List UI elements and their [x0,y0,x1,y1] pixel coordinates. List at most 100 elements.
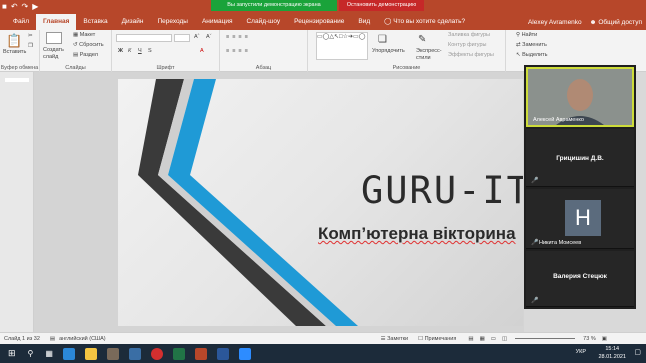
copy-icon[interactable]: ❐ [28,43,33,49]
comments-button[interactable]: ☐ Примечания [418,336,456,342]
tab-animation[interactable]: Анимация [195,14,240,30]
paste-button[interactable]: Вставить [3,49,26,55]
participant-name: Валерия Стецюк [553,273,607,280]
participant-tile[interactable]: Грицишин Д.В. 🎤 [526,129,634,187]
excel-icon[interactable] [172,347,185,360]
cut-icon[interactable]: ✂ [28,33,33,39]
paragraph-group: ≡≡≡≡ ≡≡≡≡ Абзац [220,30,308,72]
paste-icon[interactable]: 📋 [6,33,22,49]
quick-styles-button[interactable]: Экспресс-стили [416,48,446,62]
section-button[interactable]: ▤ Раздел [73,52,98,58]
mail-icon[interactable] [128,347,141,360]
stop-share-button[interactable]: Остановить демонстрацию [339,0,424,11]
tab-review[interactable]: Рецензирование [287,14,351,30]
redo-icon[interactable]: ↷ [22,2,29,13]
drawing-group: ▭◯△↖□☆➔▭◯ ❏ Упорядочить ✎ Экспресс-стили… [308,30,506,72]
slide-title[interactable]: GURU-IT [361,169,523,212]
tab-view[interactable]: Вид [351,14,377,30]
align-icon[interactable]: ≡≡≡≡ [226,48,251,54]
user-area: Alexey Avramenko ☻ Общий доступ [528,14,642,30]
muted-mic-icon: 🎤 [531,298,539,304]
shape-fill-button[interactable]: Заливка фигуры [448,32,490,38]
find-label: Найти [521,32,538,38]
sorter-view-icon[interactable]: ▦ [480,336,485,342]
font-size-box[interactable] [174,34,190,42]
muted-mic-icon: 🎤 [531,240,539,246]
tab-insert[interactable]: Вставка [76,14,114,30]
find-button[interactable]: ⚲ Найти [516,32,537,38]
share-button[interactable]: ☻ Общий доступ [590,19,642,26]
drawing-group-label: Рисование [392,65,421,71]
select-button[interactable]: ↖ Выделить [516,52,548,58]
powerpoint-icon[interactable] [194,347,207,360]
bullets-icon[interactable]: ≡≡≡≡ [226,34,251,40]
tab-slideshow[interactable]: Слайд-шоу [239,14,287,30]
tab-transitions[interactable]: Переходы [150,14,195,30]
slide-subtitle[interactable]: Комп’ютерна вікторина [318,224,516,244]
task-view-icon[interactable]: ▦ [45,349,53,358]
select-label: Выделить [522,52,548,58]
participant-tile[interactable]: Н Никита Моисеев 🎤 [526,189,634,249]
notifications-icon[interactable]: ▢ [634,348,641,356]
underline-button[interactable]: Ч [138,48,142,54]
save-icon[interactable]: ■ [2,2,7,13]
arrange-button[interactable]: Упорядочить [372,48,405,54]
edge-icon[interactable] [62,347,75,360]
spellcheck-icon[interactable]: ▤ [50,336,55,342]
participant-tile[interactable]: Валерия Стецюк 🎤 [526,251,634,307]
store-icon[interactable] [106,347,119,360]
reading-view-icon[interactable]: ▭ [491,336,496,342]
tab-file[interactable]: Файл [6,14,36,30]
zoom-slider[interactable] [515,338,576,339]
zoom-level[interactable]: 73 % [583,336,596,342]
normal-view-icon[interactable]: ▤ [468,336,473,342]
new-slide-button[interactable]: Создать слайд [43,47,71,61]
keyboard-language[interactable]: УКР [576,349,586,355]
participant-name: Грицишин Д.В. [556,155,604,162]
participant-name: Алексей Авраменко [533,117,584,123]
slide-canvas[interactable]: GURU-IT Комп’ютерна вікторина [118,79,523,326]
new-slide-icon[interactable] [46,32,62,44]
word-icon[interactable] [216,347,229,360]
italic-button[interactable]: К [128,48,131,54]
undo-icon[interactable]: ↶ [11,2,18,13]
present-icon[interactable]: ▶ [32,2,38,13]
user-name[interactable]: Alexey Avramenko [528,19,582,26]
windows-start-icon[interactable]: ⊞ [8,348,16,359]
language-indicator[interactable]: английский (США) [59,336,106,342]
fit-slide-icon[interactable]: ▣ [602,336,607,342]
slides-group-label: Слайды [65,65,86,71]
explorer-icon[interactable] [84,347,97,360]
notes-button[interactable]: ☰ Заметки [381,336,409,342]
slideshow-view-icon[interactable]: ◫ [502,336,507,342]
grow-font-icon[interactable]: Aˆ [194,34,200,40]
replace-button[interactable]: ⇄ Заменить [516,42,547,48]
shrink-font-icon[interactable]: Aˇ [206,34,212,40]
tab-design[interactable]: Дизайн [115,14,151,30]
bold-button[interactable]: Ж [118,48,123,54]
shape-outline-button[interactable]: Контур фигуры [448,42,486,48]
opera-icon[interactable] [150,347,163,360]
tell-me-box[interactable]: ◯ Что вы хотите сделать? [377,14,472,30]
tab-home[interactable]: Главная [35,14,77,30]
quick-access-toolbar: ■ ↶ ↷ ▶ [2,2,38,13]
arrange-icon[interactable]: ❏ [378,34,387,45]
font-group-label: Шрифт [156,65,175,71]
participants-panel: Алексей Авраменко Грицишин Д.В. 🎤 Н Ники… [524,65,636,309]
slide-thumbnail[interactable] [5,78,29,82]
zoom-app-icon[interactable] [238,347,251,360]
quick-styles-icon[interactable]: ✎ [418,34,426,45]
shapes-gallery[interactable]: ▭◯△↖□☆➔▭◯ [316,32,368,60]
participant-tile-video[interactable]: Алексей Авраменко [526,67,634,127]
shape-effects-button[interactable]: Эффекты фигуры [448,52,494,58]
system-clock[interactable]: 15:14 28.01.2021 [598,345,626,361]
shadow-button[interactable]: S [148,48,152,54]
thumbnail-pane[interactable] [0,72,34,332]
notes-label: Заметки [387,335,409,342]
font-name-box[interactable] [116,34,172,42]
search-icon[interactable]: ⚲ [28,349,34,358]
font-color-icon[interactable]: A [200,48,204,54]
layout-icon: ▦ [73,32,80,38]
reset-button[interactable]: ↺ Сбросить [73,42,104,48]
layout-button[interactable]: ▦ Макет [73,32,95,38]
